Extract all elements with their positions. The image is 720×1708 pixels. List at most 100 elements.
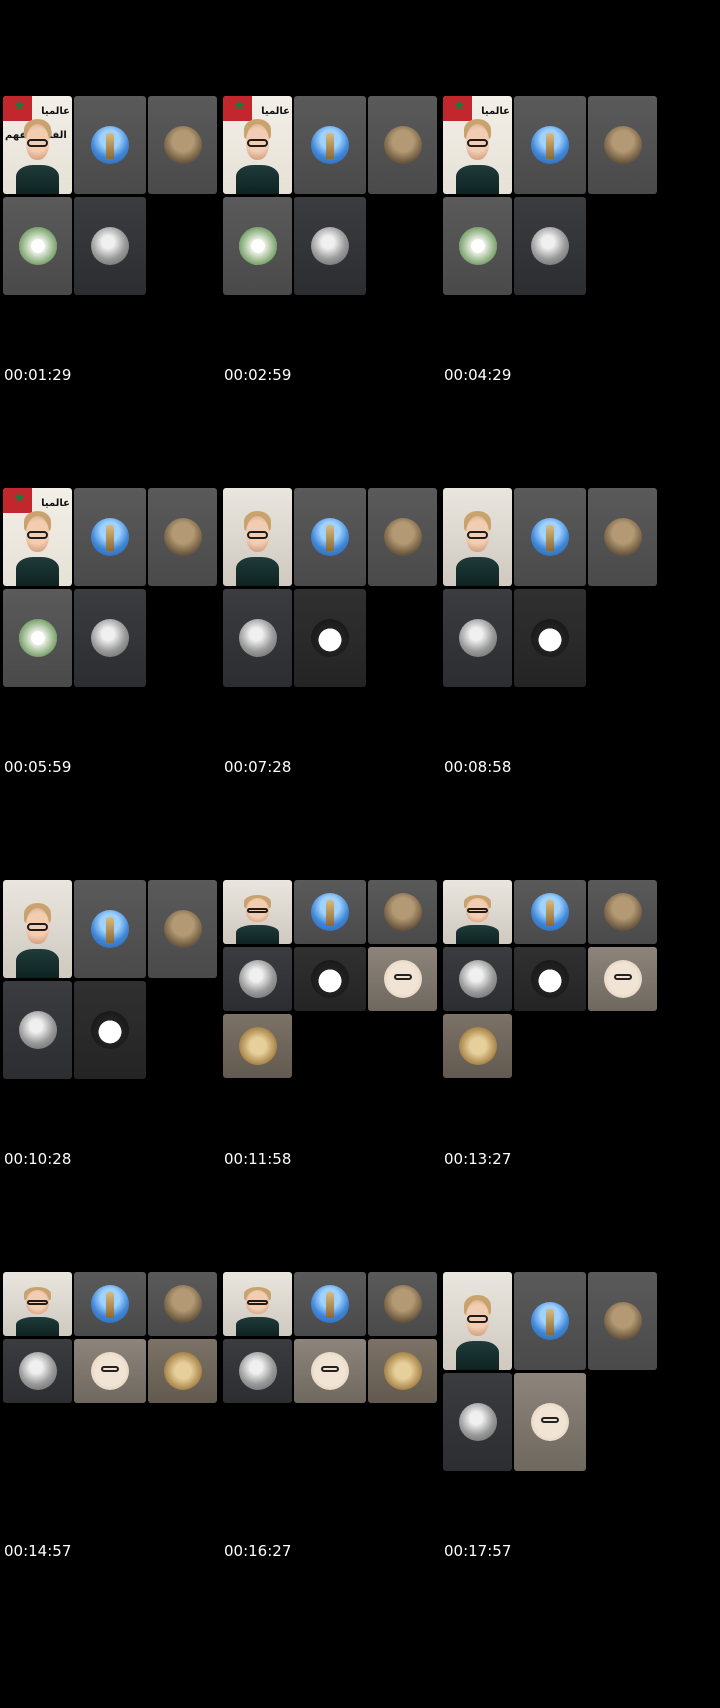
speaker-video-tile[interactable]: عالميا xyxy=(223,96,292,194)
thumbnail-5[interactable]: 00:07:28 xyxy=(220,392,460,819)
participant-tile[interactable] xyxy=(3,589,72,687)
silver-avatar-icon xyxy=(18,1352,57,1390)
participant-tile[interactable] xyxy=(443,197,512,295)
participant-tile[interactable] xyxy=(514,96,586,194)
thumbnail-2[interactable]: عالميا 00:02:59 xyxy=(220,0,460,427)
speaker-video-tile[interactable]: عالميا الفاهم يفهم xyxy=(3,96,72,194)
user-avatar-icon xyxy=(163,518,202,556)
participant-tile[interactable] xyxy=(74,96,146,194)
timestamp-label: 00:08:58 xyxy=(444,758,512,776)
participant-tile[interactable] xyxy=(514,1373,586,1471)
participant-tile[interactable] xyxy=(443,589,512,687)
participant-tile[interactable] xyxy=(514,488,586,586)
speaker-video-tile[interactable]: عالميا xyxy=(443,96,512,194)
participant-tile[interactable] xyxy=(368,880,437,944)
gold-avatar-icon xyxy=(163,1352,202,1390)
participant-tile[interactable] xyxy=(368,96,437,194)
arabic-caption: عالميا xyxy=(481,106,510,117)
face-avatar-icon xyxy=(603,960,642,998)
speaker-video-tile[interactable] xyxy=(223,488,292,586)
participant-tile[interactable] xyxy=(148,880,217,978)
speaker-video-tile[interactable] xyxy=(3,880,72,978)
participant-tile[interactable] xyxy=(74,1272,146,1336)
thumbnail-10[interactable]: 00:14:57 xyxy=(0,1176,240,1603)
participant-tile[interactable] xyxy=(3,197,72,295)
thumbnail-1[interactable]: عالميا الفاهم يفهم 00:01:29 xyxy=(0,0,240,427)
participant-tile[interactable] xyxy=(74,488,146,586)
silver-avatar-icon xyxy=(238,960,277,998)
participant-tile[interactable] xyxy=(148,488,217,586)
participant-tile[interactable] xyxy=(294,96,366,194)
participant-tile[interactable] xyxy=(294,1339,366,1403)
speaker-video-tile[interactable] xyxy=(223,880,292,944)
thumbnail-7[interactable]: 00:10:28 xyxy=(0,784,240,1211)
participant-tile[interactable] xyxy=(514,1272,586,1370)
participant-tile[interactable] xyxy=(588,96,657,194)
participant-tile[interactable] xyxy=(223,589,292,687)
participant-tile[interactable] xyxy=(294,880,366,944)
silver-avatar-icon xyxy=(91,227,129,265)
thumbnail-11[interactable]: 00:16:27 xyxy=(220,1176,460,1603)
speaker-person xyxy=(16,1286,59,1336)
thumbnail-6[interactable]: 00:08:58 xyxy=(440,392,680,819)
participant-tile[interactable] xyxy=(3,981,72,1079)
speaker-video-tile[interactable] xyxy=(443,1272,512,1370)
participant-tile[interactable] xyxy=(74,197,146,295)
participant-tile[interactable] xyxy=(148,1272,217,1336)
participant-tile[interactable] xyxy=(514,197,586,295)
participant-tile[interactable] xyxy=(148,96,217,194)
speaker-person xyxy=(236,894,279,944)
participant-tile[interactable] xyxy=(148,1339,217,1403)
participant-tile[interactable] xyxy=(368,1272,437,1336)
participant-tile[interactable] xyxy=(74,1339,146,1403)
participant-tile[interactable] xyxy=(368,1339,437,1403)
thumbnail-9[interactable]: 00:13:27 xyxy=(440,784,680,1211)
tower-avatar-icon xyxy=(311,893,349,931)
participant-tile[interactable] xyxy=(368,488,437,586)
participant-tile[interactable] xyxy=(223,1339,292,1403)
speaker-video-tile[interactable] xyxy=(3,1272,72,1336)
user-avatar-icon xyxy=(383,893,422,931)
speaker-video-tile[interactable] xyxy=(223,1272,292,1336)
speaker-video-tile[interactable]: عالميا xyxy=(3,488,72,586)
participant-tile[interactable] xyxy=(443,1014,512,1078)
participant-tile[interactable] xyxy=(294,488,366,586)
tower-avatar-icon xyxy=(91,1285,129,1323)
palace-avatar-icon xyxy=(18,619,57,657)
thumbnail-4[interactable]: عالميا 00:05:59 xyxy=(0,392,240,819)
participant-tile[interactable] xyxy=(588,1272,657,1370)
participant-tile[interactable] xyxy=(443,947,512,1011)
timestamp-label: 00:16:27 xyxy=(224,1542,292,1560)
participant-tile[interactable] xyxy=(74,589,146,687)
participant-tile[interactable] xyxy=(588,947,657,1011)
speaker-person xyxy=(456,894,499,944)
participant-tile[interactable] xyxy=(223,1014,292,1078)
speaker-person xyxy=(16,510,59,586)
thumbnail-8[interactable]: 00:11:58 xyxy=(220,784,460,1211)
thumbnail-12[interactable]: 00:17:57 xyxy=(440,1176,680,1603)
participant-tile[interactable] xyxy=(74,981,146,1079)
user-avatar-icon xyxy=(603,518,642,556)
speaker-person xyxy=(456,1294,499,1370)
participant-tile[interactable] xyxy=(514,947,586,1011)
participant-tile[interactable] xyxy=(588,880,657,944)
participant-tile[interactable] xyxy=(514,589,586,687)
participant-tile[interactable] xyxy=(294,947,366,1011)
participant-tile[interactable] xyxy=(368,947,437,1011)
participant-tile[interactable] xyxy=(514,880,586,944)
user-avatar-icon xyxy=(163,910,202,948)
participant-tile[interactable] xyxy=(294,1272,366,1336)
thumbnail-3[interactable]: عالميا 00:04:29 xyxy=(440,0,680,427)
participant-tile[interactable] xyxy=(3,1339,72,1403)
participant-tile[interactable] xyxy=(588,488,657,586)
speaker-video-tile[interactable] xyxy=(443,880,512,944)
participant-tile[interactable] xyxy=(443,1373,512,1471)
participant-tile[interactable] xyxy=(74,880,146,978)
participant-tile[interactable] xyxy=(223,947,292,1011)
timestamp-label: 00:01:29 xyxy=(4,366,72,384)
timestamp-label: 00:11:58 xyxy=(224,1150,292,1168)
participant-tile[interactable] xyxy=(223,197,292,295)
participant-tile[interactable] xyxy=(294,197,366,295)
participant-tile[interactable] xyxy=(294,589,366,687)
speaker-video-tile[interactable] xyxy=(443,488,512,586)
